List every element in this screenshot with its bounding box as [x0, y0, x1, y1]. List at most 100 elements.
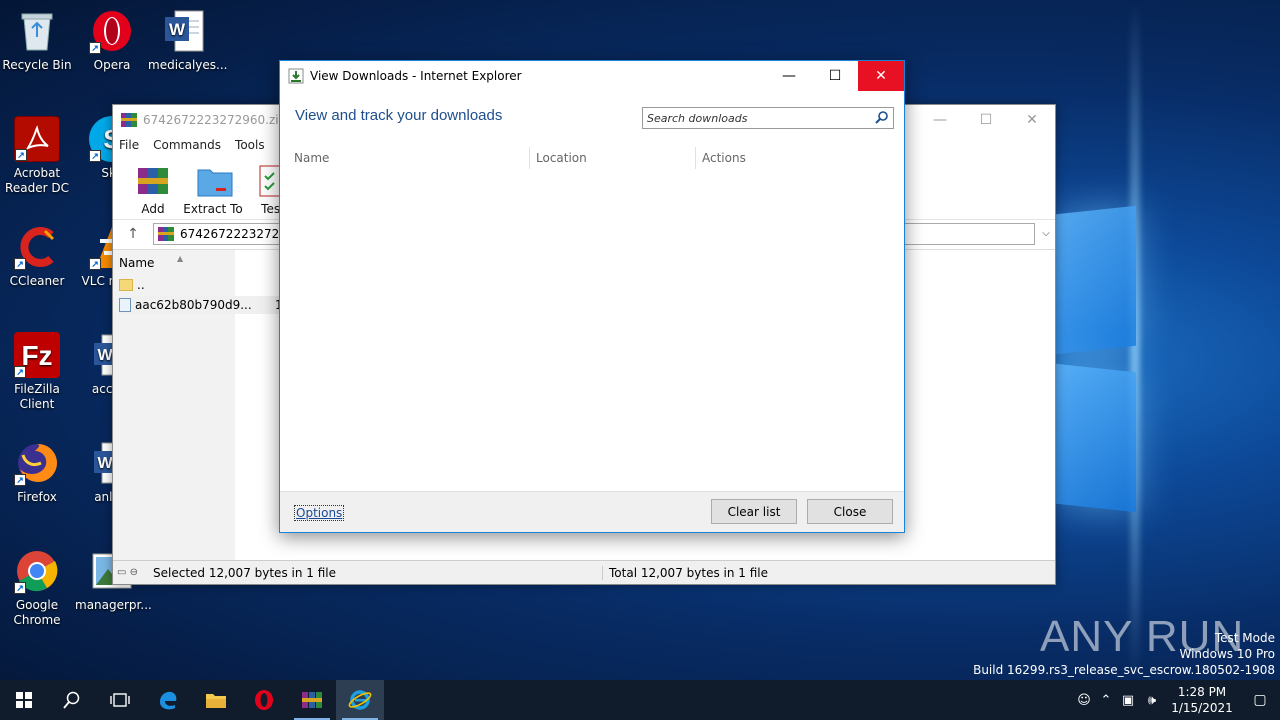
ccleaner-icon: ↗ — [14, 224, 60, 270]
extract-to-button[interactable]: Extract To — [183, 164, 243, 216]
winrar-status-bar: ▭ ⊖ Selected 12,007 bytes in 1 file Tota… — [113, 560, 1055, 584]
column-header-actions[interactable]: Actions — [696, 147, 896, 169]
desktop-icon-chrome[interactable]: ↗ Google Chrome — [0, 548, 74, 628]
close-dialog-button[interactable]: Close — [807, 499, 893, 524]
internet-explorer-icon — [348, 690, 372, 710]
downloads-column-headers: Name Location Actions — [280, 147, 904, 169]
desktop-icon-filezilla[interactable]: Fz ↗ FileZilla Client — [0, 332, 74, 412]
test-mode-notice: Test Mode Windows 10 Pro Build 16299.rs3… — [973, 631, 1275, 677]
winrar-icon — [158, 226, 174, 241]
search-icon[interactable] — [875, 110, 889, 124]
taskbar-clock[interactable]: 1:28 PM 1/15/2021 — [1164, 684, 1240, 716]
notification-icon[interactable]: ▢ — [1240, 692, 1280, 708]
downloads-icon — [288, 68, 304, 84]
desktop-icon-label: Google Chrome — [13, 598, 61, 627]
opera-icon — [255, 690, 273, 710]
chevron-down-icon[interactable]: ⌵ — [1037, 228, 1055, 239]
search-downloads-input[interactable]: Search downloads — [642, 107, 894, 129]
search-placeholder: Search downloads — [647, 111, 748, 125]
desktop-icon-label: Opera — [93, 58, 131, 72]
winrar-icon — [121, 113, 137, 127]
desktop-icon-label: CCleaner — [9, 274, 65, 288]
list-item[interactable]: aac62b80b790d9... 1 — [119, 296, 283, 314]
add-icon — [136, 164, 170, 198]
column-header-name[interactable]: Name ▲ — [119, 254, 183, 270]
desktop-icon-recycle-bin[interactable]: Recycle Bin — [0, 8, 74, 73]
recycle-bin-icon — [14, 8, 60, 54]
folder-icon — [119, 279, 133, 291]
word-document-icon: W — [162, 8, 208, 54]
list-item[interactable]: .. — [119, 276, 145, 294]
desktop-icon-firefox[interactable]: ↗ Firefox — [0, 440, 74, 505]
add-button[interactable]: Add — [123, 164, 183, 216]
chrome-icon: ↗ — [14, 548, 60, 594]
acrobat-icon: ↗ — [14, 116, 60, 162]
desktop-icon-label: Acrobat Reader DC — [5, 166, 69, 195]
people-icon[interactable]: ☺ — [1072, 693, 1096, 708]
clear-list-button[interactable]: Clear list — [711, 499, 797, 524]
list-item-name: .. — [137, 278, 145, 292]
winrar-title: 6742672223272960.zip — [143, 113, 287, 127]
dialog-title: View Downloads - Internet Explorer — [310, 69, 522, 83]
firefox-icon: ↗ — [14, 440, 60, 486]
task-view-button[interactable] — [96, 680, 144, 720]
desktop-icon-opera[interactable]: ↗ Opera — [75, 8, 149, 73]
view-downloads-dialog[interactable]: View Downloads - Internet Explorer — ☐ ✕… — [279, 60, 905, 533]
taskbar-winrar[interactable] — [288, 680, 336, 720]
filezilla-icon: Fz ↗ — [14, 332, 60, 378]
maximize-button[interactable]: ☐ — [963, 105, 1009, 135]
status-selected: Selected 12,007 bytes in 1 file — [153, 565, 603, 580]
opera-icon: ↗ — [89, 8, 135, 54]
task-view-icon — [110, 693, 130, 707]
taskbar-file-explorer[interactable] — [192, 680, 240, 720]
minimize-button[interactable]: — — [766, 61, 812, 91]
menu-tools[interactable]: Tools — [235, 138, 265, 152]
menu-commands[interactable]: Commands — [153, 138, 221, 152]
options-link[interactable]: Options — [294, 505, 345, 521]
extract-to-label: Extract To — [183, 202, 243, 216]
desktop-icon-label: Recycle Bin — [2, 58, 72, 72]
windows-logo-wallpaper — [1056, 200, 1256, 520]
desktop-icon-medicalyes[interactable]: W medicalyes... — [148, 8, 228, 73]
volume-icon[interactable]: 🕪 — [1140, 693, 1164, 708]
folder-icon — [206, 694, 226, 708]
search-icon — [63, 691, 80, 709]
sort-arrow-icon: ▲ — [177, 254, 184, 263]
edge-icon — [160, 691, 177, 710]
column-header-location[interactable]: Location — [530, 147, 696, 169]
desktop-icon-label: medicalyes... — [148, 58, 228, 72]
menu-file[interactable]: File — [119, 138, 139, 152]
taskbar-opera[interactable] — [240, 680, 288, 720]
taskbar: ☺ ⌃ ▣ 🕪 1:28 PM 1/15/2021 ▢ — [0, 680, 1280, 720]
minimize-button[interactable]: — — [917, 105, 963, 135]
add-label: Add — [141, 202, 165, 216]
downloads-heading: View and track your downloads — [295, 107, 503, 124]
desktop-icon-label: managerpr... — [75, 598, 152, 612]
clock-time: 1:28 PM — [1177, 685, 1227, 699]
chevron-up-icon[interactable]: ⌃ — [1096, 693, 1116, 708]
column-header-name[interactable]: Name — [280, 147, 530, 169]
network-icon[interactable]: ▣ — [1116, 693, 1140, 708]
dialog-footer: Options Clear list Close — [280, 491, 904, 532]
up-arrow-icon[interactable]: ↑ — [113, 226, 153, 242]
close-button[interactable]: ✕ — [1009, 105, 1055, 135]
svg-text:W: W — [169, 20, 186, 39]
winrar-icon — [302, 692, 322, 708]
desktop-icon-label: FileZilla Client — [14, 382, 60, 411]
list-item-name: aac62b80b790d9... — [135, 298, 252, 312]
desktop-icon-label: Firefox — [17, 490, 57, 504]
search-button[interactable] — [48, 680, 96, 720]
desktop-icon-ccleaner[interactable]: ↗ CCleaner — [0, 224, 74, 289]
taskbar-internet-explorer[interactable] — [336, 680, 384, 720]
start-button[interactable] — [0, 680, 48, 720]
taskbar-edge[interactable] — [144, 680, 192, 720]
maximize-button[interactable]: ☐ — [812, 61, 858, 91]
archive-path-text: 674267222327296 — [180, 226, 295, 241]
desktop-icon-acrobat[interactable]: ↗ Acrobat Reader DC — [0, 116, 74, 196]
status-total: Total 12,007 bytes in 1 file — [609, 565, 768, 580]
windows-icon — [16, 692, 32, 708]
system-tray: ☺ ⌃ ▣ 🕪 1:28 PM 1/15/2021 ▢ — [1072, 680, 1280, 720]
extract-folder-icon — [196, 164, 233, 198]
file-icon — [119, 298, 131, 312]
close-button[interactable]: ✕ — [858, 61, 904, 91]
